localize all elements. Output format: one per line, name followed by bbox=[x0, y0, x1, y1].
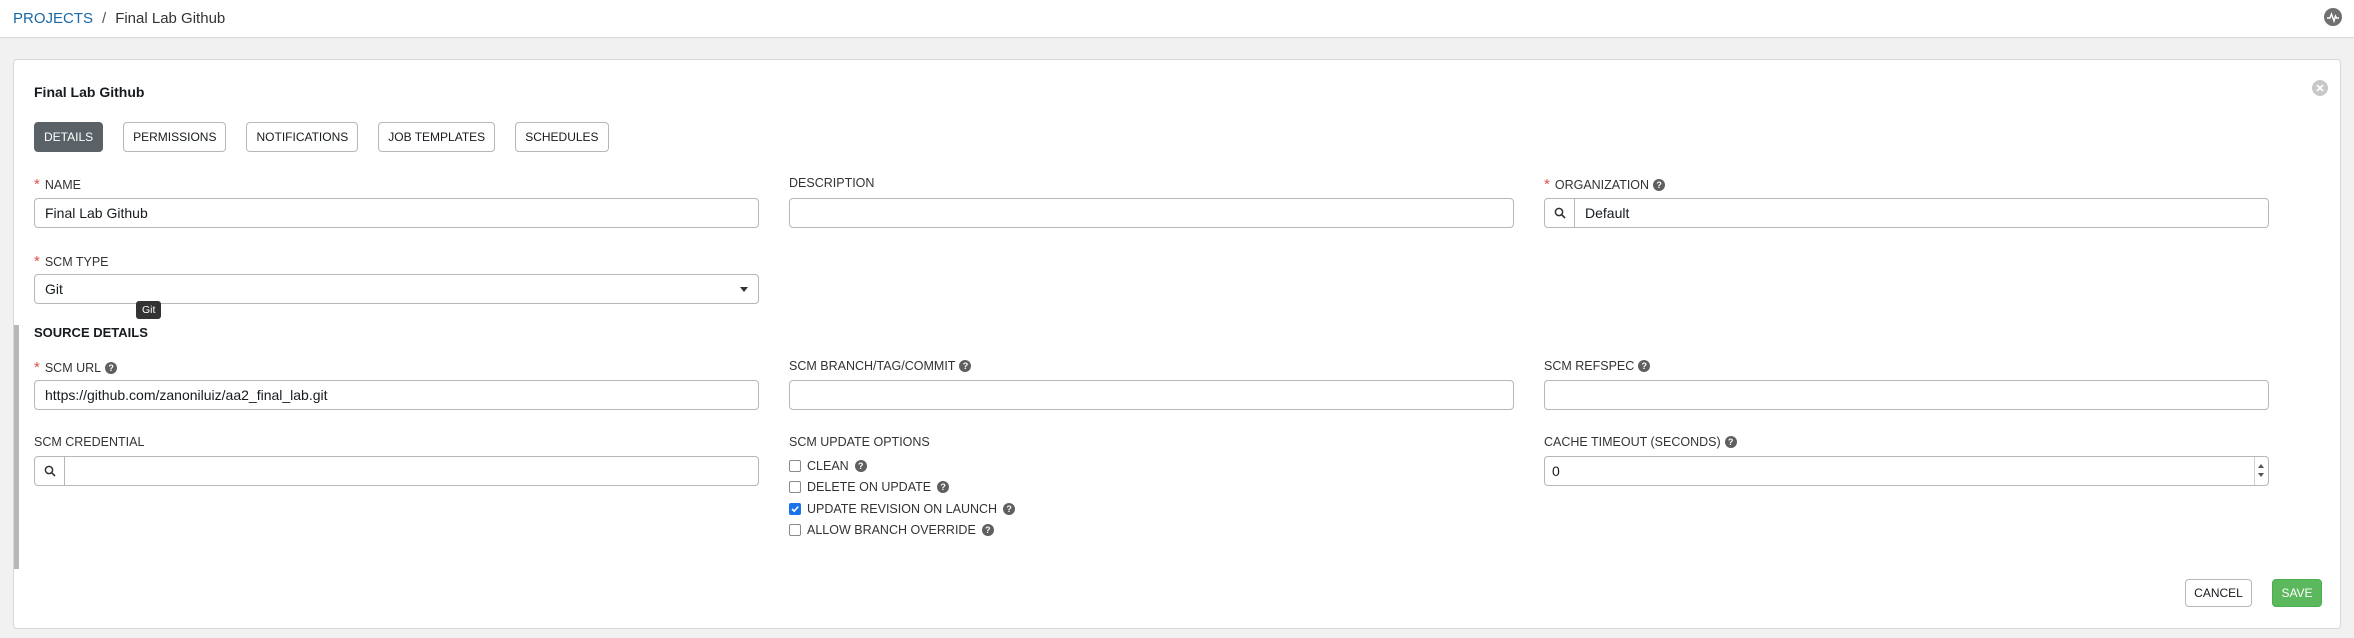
option-label: ALLOW BRANCH OVERRIDE bbox=[807, 523, 976, 537]
organization-lookup[interactable]: Default bbox=[1544, 198, 2269, 228]
organization-value: Default bbox=[1585, 205, 1630, 221]
activity-stream-icon[interactable] bbox=[2324, 8, 2342, 26]
scm-type-label-text: SCM TYPE bbox=[44, 254, 109, 269]
clean-checkbox[interactable] bbox=[789, 460, 801, 472]
description-input[interactable] bbox=[789, 198, 1514, 228]
checkmark-icon bbox=[791, 506, 799, 513]
option-label: CLEAN bbox=[807, 459, 849, 473]
cache-timeout-label-text: CACHE TIMEOUT (SECONDS) bbox=[1544, 435, 1721, 449]
scm-type-tooltip: Git bbox=[136, 301, 162, 319]
section-indicator bbox=[14, 325, 19, 569]
required-marker: * bbox=[34, 176, 40, 193]
help-icon[interactable]: ? bbox=[1638, 360, 1651, 372]
breadcrumb: PROJECTS / Final Lab Github bbox=[13, 10, 225, 27]
option-update-revision-on-launch[interactable]: UPDATE REVISION ON LAUNCH? bbox=[789, 502, 1016, 516]
scm-branch-label-text: SCM BRANCH/TAG/COMMIT bbox=[789, 359, 956, 373]
allow-branch-override-checkbox[interactable] bbox=[789, 524, 801, 536]
spin-up-icon[interactable] bbox=[2258, 464, 2264, 468]
help-icon[interactable]: ? bbox=[981, 524, 994, 536]
project-form-panel: Final Lab Github DETAILS PERMISSIONS NOT… bbox=[13, 59, 2341, 629]
tab-schedules[interactable]: SCHEDULES bbox=[515, 122, 609, 152]
spin-down-icon[interactable] bbox=[2258, 473, 2264, 477]
scm-credential-label-text: SCM CREDENTIAL bbox=[34, 435, 145, 449]
scm-credential-label: SCM CREDENTIAL bbox=[34, 435, 144, 449]
scm-credential-value bbox=[65, 457, 758, 485]
option-label: DELETE ON UPDATE bbox=[807, 480, 932, 494]
update-revision-on-launch-checkbox[interactable] bbox=[789, 503, 801, 515]
scm-type-value: Git bbox=[45, 281, 63, 297]
delete-on-update-checkbox[interactable] bbox=[789, 481, 801, 493]
required-marker: * bbox=[34, 253, 40, 270]
help-icon[interactable]: ? bbox=[105, 361, 118, 374]
tab-notifications[interactable]: NOTIFICATIONS bbox=[246, 122, 359, 152]
tab-details[interactable]: DETAILS bbox=[34, 122, 104, 152]
scm-url-label-text: SCM URL bbox=[44, 360, 102, 375]
name-input[interactable]: Final Lab Github bbox=[34, 198, 759, 228]
panel-title: Final Lab Github bbox=[34, 84, 145, 100]
cache-timeout-value: 0 bbox=[1552, 463, 1560, 479]
description-label: DESCRIPTION bbox=[789, 176, 874, 190]
tab-job-templates[interactable]: JOB TEMPLATES bbox=[378, 122, 496, 152]
required-marker: * bbox=[34, 359, 40, 376]
organization-label: * ORGANIZATION? bbox=[1544, 176, 1666, 193]
save-button[interactable]: SAVE bbox=[2272, 579, 2322, 607]
scm-refspec-label-text: SCM REFSPEC bbox=[1544, 359, 1635, 373]
scm-url-label: * SCM URL? bbox=[34, 359, 118, 376]
help-icon[interactable]: ? bbox=[854, 460, 867, 472]
scm-refspec-label: SCM REFSPEC? bbox=[1544, 359, 1651, 373]
scm-branch-input[interactable] bbox=[789, 380, 1514, 410]
tab-bar: DETAILS PERMISSIONS NOTIFICATIONS JOB TE… bbox=[34, 122, 609, 152]
cache-timeout-label: CACHE TIMEOUT (SECONDS)? bbox=[1544, 435, 1737, 449]
source-details-title: SOURCE DETAILS bbox=[34, 325, 148, 340]
help-icon[interactable]: ? bbox=[1003, 503, 1016, 515]
cache-timeout-input[interactable]: 0 bbox=[1544, 456, 2269, 486]
breadcrumb-projects-link[interactable]: PROJECTS bbox=[13, 10, 93, 27]
scm-credential-lookup[interactable] bbox=[34, 456, 759, 486]
name-label: * NAME bbox=[34, 176, 81, 193]
required-marker: * bbox=[1544, 176, 1550, 193]
description-label-text: DESCRIPTION bbox=[789, 176, 875, 190]
search-icon[interactable] bbox=[1545, 199, 1575, 227]
close-icon[interactable] bbox=[2312, 80, 2328, 96]
number-spinner[interactable] bbox=[2254, 457, 2268, 485]
scm-update-options-label-text: SCM UPDATE OPTIONS bbox=[789, 435, 930, 449]
chevron-down-icon bbox=[740, 287, 748, 292]
scm-refspec-input[interactable] bbox=[1544, 380, 2269, 410]
breadcrumb-separator: / bbox=[102, 10, 107, 27]
option-label: UPDATE REVISION ON LAUNCH bbox=[807, 502, 998, 516]
help-icon[interactable]: ? bbox=[959, 360, 972, 372]
option-allow-branch-override[interactable]: ALLOW BRANCH OVERRIDE? bbox=[789, 523, 994, 537]
breadcrumb-current: Final Lab Github bbox=[115, 10, 226, 27]
tab-permissions[interactable]: PERMISSIONS bbox=[123, 122, 227, 152]
help-icon[interactable]: ? bbox=[1653, 178, 1666, 191]
name-label-text: NAME bbox=[44, 177, 81, 192]
cancel-button[interactable]: CANCEL bbox=[2185, 579, 2252, 607]
scm-type-select[interactable]: Git bbox=[34, 274, 759, 304]
scm-url-input[interactable]: https://github.com/zanoniluiz/aa2_final_… bbox=[34, 380, 759, 410]
top-bar: PROJECTS / Final Lab Github bbox=[0, 0, 2354, 38]
scm-update-options-label: SCM UPDATE OPTIONS bbox=[789, 435, 930, 449]
organization-label-text: ORGANIZATION bbox=[1554, 177, 1650, 192]
search-icon[interactable] bbox=[35, 457, 65, 485]
help-icon[interactable]: ? bbox=[937, 481, 950, 493]
scm-type-label: * SCM TYPE bbox=[34, 253, 109, 270]
scm-branch-label: SCM BRANCH/TAG/COMMIT? bbox=[789, 359, 972, 373]
option-delete-on-update[interactable]: DELETE ON UPDATE? bbox=[789, 480, 950, 494]
option-clean[interactable]: CLEAN? bbox=[789, 459, 867, 473]
help-icon[interactable]: ? bbox=[1724, 436, 1737, 448]
